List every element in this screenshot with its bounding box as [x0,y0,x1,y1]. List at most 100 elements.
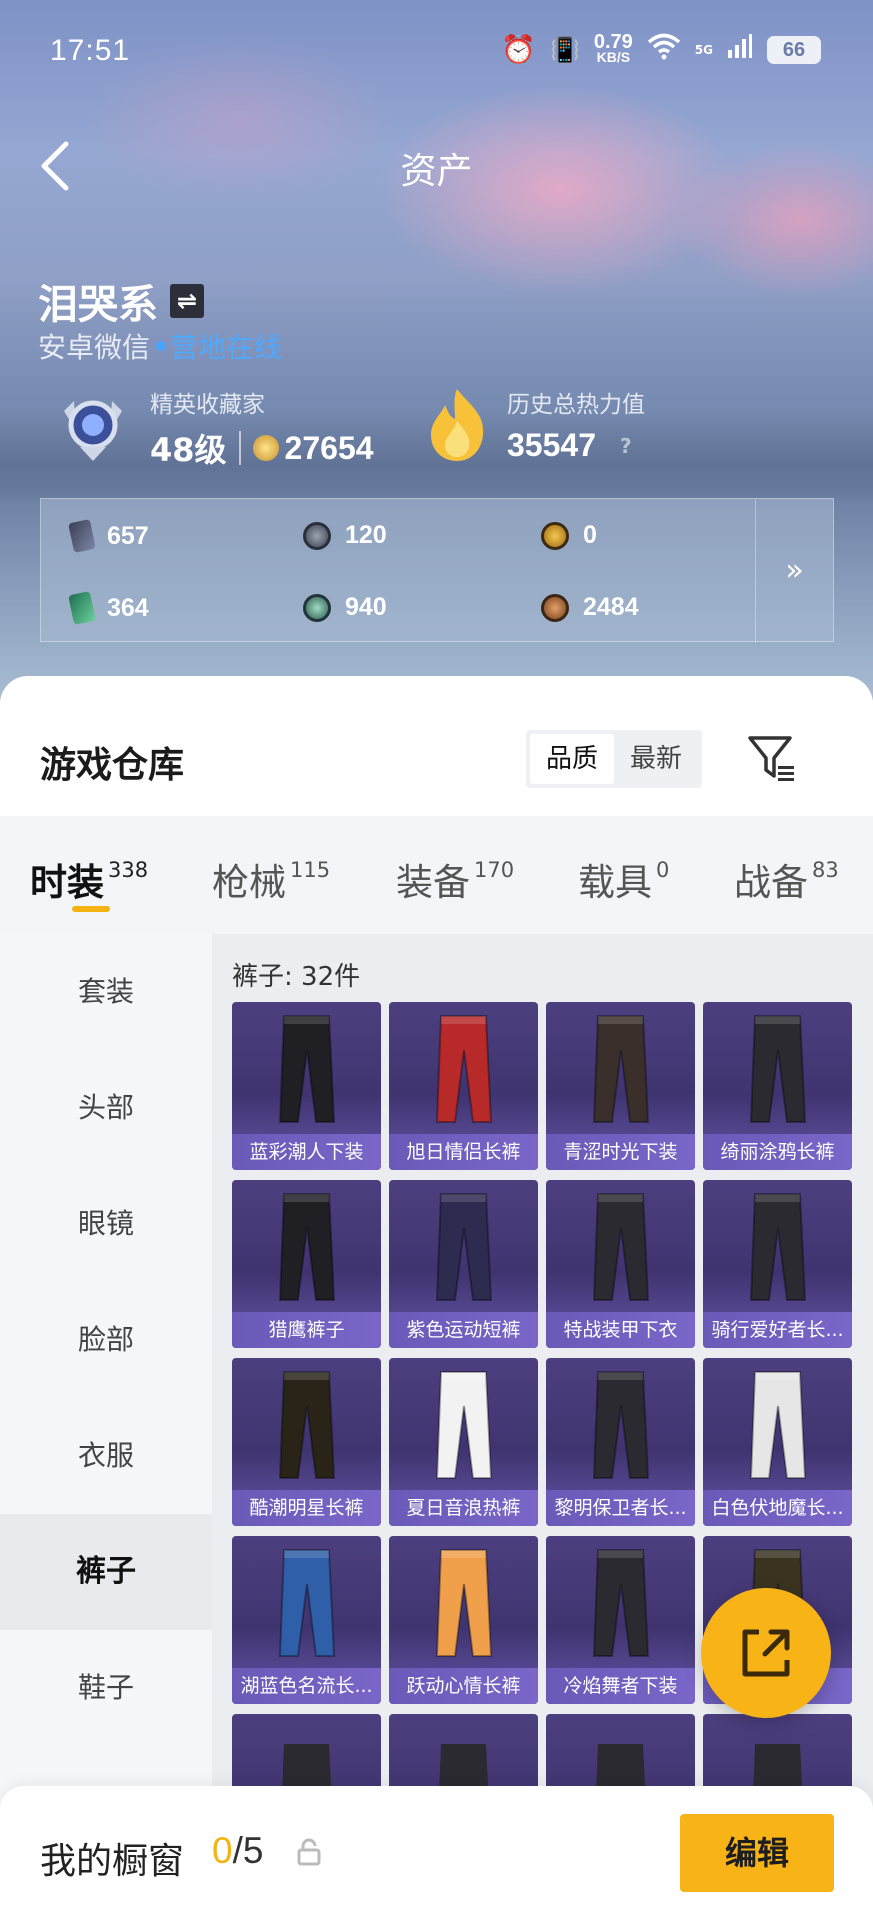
item-card[interactable]: 绮丽涂鸦长裤 [703,1002,852,1170]
currency-panel[interactable]: 657 120 0 364 940 2484 » [40,498,834,643]
item-name: 酷潮明星长裤 [232,1490,381,1526]
rank-level: 48级 [150,431,227,469]
side-item-glasses[interactable]: 眼镜 [0,1166,212,1282]
net-speed-value: 0.79 [593,30,633,53]
item-card[interactable]: 特战装甲下衣 [546,1180,695,1348]
item-card[interactable]: 黎明保卫者长... [546,1358,695,1526]
tab-count: 115 [290,858,331,882]
side-item-suit[interactable]: 套装 [0,934,212,1050]
item-name: 跃动心情长裤 [389,1668,538,1704]
pants-icon [435,1549,493,1657]
status-bar: 17:51 ⏰ 📳 0.79 KB/S 5G 66 [0,0,873,100]
item-card[interactable]: 湖蓝色名流长... [232,1536,381,1704]
item-name: 紫色运动短裤 [389,1312,538,1348]
item-card[interactable]: 青涩时光下装 [546,1002,695,1170]
signal-icon [727,33,753,66]
item-card[interactable]: 猎鹰裤子 [232,1180,381,1348]
card-icon [68,519,96,553]
rank-divider [238,431,241,465]
item-card[interactable]: 骑行爱好者长... [703,1180,852,1348]
side-item-shoes[interactable]: 鞋子 [0,1630,212,1746]
share-icon [742,1629,790,1677]
lock-icon [297,1838,321,1866]
category-tabs: 时装 338 枪械 115 装备 170 载具 0 战备 83 [0,816,873,934]
heat-block[interactable]: 历史总热力值 35547 ? [425,385,645,464]
pants-icon [278,1193,336,1301]
fire-icon [431,388,484,461]
showcase-current: 0 [212,1830,233,1871]
hero-background: 17:51 ⏰ 📳 0.79 KB/S 5G 66 资产 泪哭系 ⇌ 安卓微信 … [0,0,873,700]
pants-icon [435,1371,493,1479]
item-name: 旭日情侣长裤 [389,1134,538,1170]
item-name: 湖蓝色名流长... [232,1668,381,1704]
side-item-pants[interactable]: 裤子 [0,1514,212,1630]
tab-count: 338 [108,858,149,882]
sort-toggle: 品质 最新 [526,730,702,788]
heat-text: 历史总热力值 35547 ? [507,385,645,464]
rank-badge-icon [64,400,122,461]
wifi-icon [647,32,681,67]
item-card[interactable]: 夏日音浪热裤 [389,1358,538,1526]
pants-icon [749,1371,807,1479]
item-card[interactable]: 蓝彩潮人下装 [232,1002,381,1170]
heat-row: 35547 ? [507,427,645,464]
tab-active-indicator [72,906,110,912]
side-item-clothes[interactable]: 衣服 [0,1398,212,1514]
gold-coin-icon [541,521,569,550]
page-title: 资产 [400,151,473,192]
tab-equipment[interactable]: 装备 170 [396,852,514,906]
pants-icon [749,1015,807,1123]
showcase-count: 0/5 [212,1830,263,1872]
tab-vehicles[interactable]: 载具 0 [578,852,669,906]
signal-type: 5G [694,42,713,57]
tab-weapons[interactable]: 枪械 115 [212,852,330,906]
heat-value: 35547 [507,427,596,463]
green-card-icon [68,591,96,625]
sort-newest-button[interactable]: 最新 [614,734,698,784]
item-card[interactable]: 冷焰舞者下装 [546,1536,695,1704]
showcase-bar: 我的橱窗 0/5 编辑 [0,1786,873,1920]
bronze-coin-icon [541,593,569,622]
tab-count: 83 [812,858,839,882]
side-item-head[interactable]: 头部 [0,1050,212,1166]
tab-label: 战备 [734,861,808,904]
item-card[interactable]: 酷潮明星长裤 [232,1358,381,1526]
currency-value: 0 [583,521,597,549]
status-icons: ⏰ 📳 0.79 KB/S 5G 66 [501,32,821,67]
pants-icon [592,1371,650,1479]
item-card[interactable]: 紫色运动短裤 [389,1180,538,1348]
share-button[interactable] [701,1588,831,1718]
vibrate-icon: 📳 [549,35,580,64]
item-name: 蓝彩潮人下装 [232,1134,381,1170]
silver-coin-icon [303,521,331,550]
rank-block[interactable]: 精英收藏家 48级 27654 [56,385,374,471]
item-name: 青涩时光下装 [546,1134,695,1170]
currency-value: 120 [345,521,387,549]
showcase-label: 我的橱窗 [40,1841,185,1882]
help-icon[interactable]: ? [620,434,632,458]
tab-label: 载具 [578,861,652,904]
username: 泪哭系 ⇌ [38,272,204,330]
username-text: 泪哭系 [38,282,158,328]
tab-label: 枪械 [212,861,286,904]
item-card[interactable]: 旭日情侣长裤 [389,1002,538,1170]
currency-more-button[interactable]: » [755,499,833,643]
switch-account-icon[interactable]: ⇌ [170,284,204,318]
tab-fashion[interactable]: 时装 338 [30,852,148,906]
sort-quality-button[interactable]: 品质 [530,734,614,784]
filter-icon[interactable] [746,732,798,784]
online-status: 营地在线 [170,331,283,364]
item-card[interactable]: 跃动心情长裤 [389,1536,538,1704]
pants-icon [278,1371,336,1479]
pants-icon [749,1193,807,1301]
rank-label: 精英收藏家 [150,392,265,418]
pants-icon [592,1015,650,1123]
edit-button[interactable]: 编辑 [680,1814,834,1892]
warehouse-sheet: 游戏仓库 品质 最新 时装 338 枪械 115 装备 170 载具 0 战备 83 套装… [0,676,873,1920]
tab-supplies[interactable]: 战备 83 [734,852,839,906]
item-card[interactable]: 白色伏地魔长... [703,1358,852,1526]
currency-item: 657 [68,519,149,553]
side-item-face[interactable]: 脸部 [0,1282,212,1398]
showcase-total: /5 [232,1830,264,1871]
alarm-icon: ⏰ [501,33,536,66]
